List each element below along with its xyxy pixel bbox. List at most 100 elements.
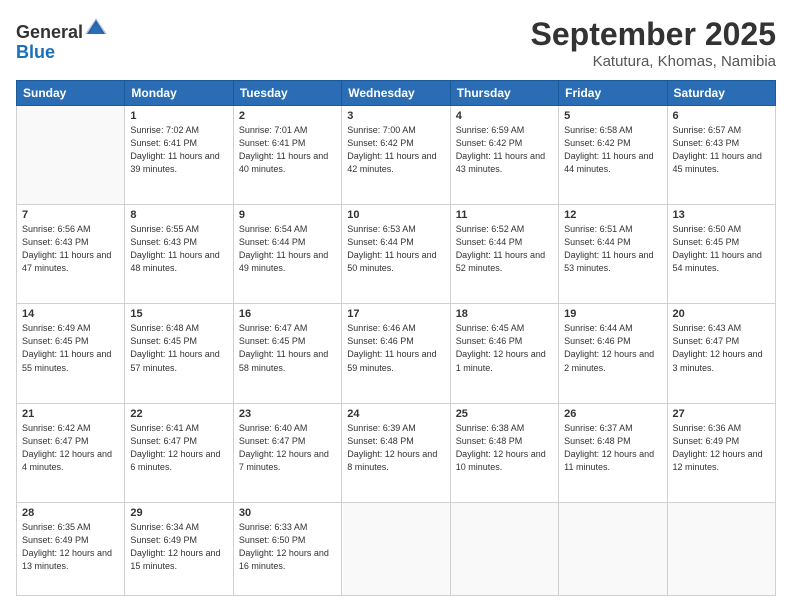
day-cell: 2 Sunrise: 7:01 AMSunset: 6:41 PMDaylight… — [233, 106, 341, 205]
weekday-header-saturday: Saturday — [667, 81, 775, 106]
day-info: Sunrise: 7:02 AMSunset: 6:41 PMDaylight:… — [130, 124, 227, 176]
day-info: Sunrise: 6:38 AMSunset: 6:48 PMDaylight:… — [456, 422, 553, 474]
day-number: 8 — [130, 209, 227, 221]
day-cell — [342, 502, 450, 595]
day-number: 14 — [22, 308, 119, 320]
day-cell: 16Sunrise: 6:47 AMSunset: 6:45 PMDayligh… — [233, 304, 341, 403]
day-info: Sunrise: 6:43 AMSunset: 6:47 PMDaylight:… — [673, 322, 770, 374]
day-cell: 14 Sunrise: 6:49 AMSunset: 6:45 PMDayligh… — [17, 304, 125, 403]
day-cell: 5 Sunrise: 6:58 AMSunset: 6:42 PMDaylight… — [559, 106, 667, 205]
day-number: 12 — [564, 209, 661, 221]
day-cell: 13 Sunrise: 6:50 AMSunset: 6:45 PMDayligh… — [667, 205, 775, 304]
day-cell: 24Sunrise: 6:39 AMSunset: 6:48 PMDayligh… — [342, 403, 450, 502]
day-info: Sunrise: 6:37 AMSunset: 6:48 PMDaylight:… — [564, 422, 661, 474]
day-number: 6 — [673, 110, 770, 122]
day-info: Sunrise: 7:01 AMSunset: 6:41 PMDaylight:… — [239, 124, 336, 176]
day-info: Sunrise: 6:54 AMSunset: 6:44 PMDaylight:… — [239, 223, 336, 275]
logo-general-text: General — [16, 22, 83, 42]
day-info: Sunrise: 6:42 AMSunset: 6:47 PMDaylight:… — [22, 422, 119, 474]
day-number: 25 — [456, 408, 553, 420]
day-info: Sunrise: 6:41 AMSunset: 6:47 PMDaylight:… — [130, 422, 227, 474]
day-number: 22 — [130, 408, 227, 420]
day-info: Sunrise: 6:44 AMSunset: 6:46 PMDaylight:… — [564, 322, 661, 374]
day-number: 27 — [673, 408, 770, 420]
day-info: Sunrise: 6:55 AMSunset: 6:43 PMDaylight:… — [130, 223, 227, 275]
day-cell: 6 Sunrise: 6:57 AMSunset: 6:43 PMDaylight… — [667, 106, 775, 205]
day-number: 26 — [564, 408, 661, 420]
day-cell: 28 Sunrise: 6:35 AMSunset: 6:49 PMDayligh… — [17, 502, 125, 595]
day-cell — [450, 502, 558, 595]
title-block: September 2025 Katutura, Khomas, Namibia — [531, 16, 776, 70]
day-info: Sunrise: 6:53 AMSunset: 6:44 PMDaylight:… — [347, 223, 444, 275]
day-info: Sunrise: 6:57 AMSunset: 6:43 PMDaylight:… — [673, 124, 770, 176]
day-cell: 20 Sunrise: 6:43 AMSunset: 6:47 PMDayligh… — [667, 304, 775, 403]
week-row-1: 1Sunrise: 7:02 AMSunset: 6:41 PMDaylight… — [17, 106, 776, 205]
weekday-header-row: SundayMondayTuesdayWednesdayThursdayFrid… — [17, 81, 776, 106]
day-cell: 18 Sunrise: 6:45 AMSunset: 6:46 PMDayligh… — [450, 304, 558, 403]
day-info: Sunrise: 6:49 AMSunset: 6:45 PMDaylight:… — [22, 322, 119, 374]
day-info: Sunrise: 7:00 AMSunset: 6:42 PMDaylight:… — [347, 124, 444, 176]
day-info: Sunrise: 6:46 AMSunset: 6:46 PMDaylight:… — [347, 322, 444, 374]
location-subtitle: Katutura, Khomas, Namibia — [531, 53, 776, 70]
day-info: Sunrise: 6:50 AMSunset: 6:45 PMDaylight:… — [673, 223, 770, 275]
day-number: 15 — [130, 308, 227, 320]
page: General Blue September 2025 Katutura, Kh… — [0, 0, 792, 612]
day-number: 29 — [130, 507, 227, 519]
day-cell: 23Sunrise: 6:40 AMSunset: 6:47 PMDayligh… — [233, 403, 341, 502]
weekday-header-tuesday: Tuesday — [233, 81, 341, 106]
day-info: Sunrise: 6:58 AMSunset: 6:42 PMDaylight:… — [564, 124, 661, 176]
day-cell: 1Sunrise: 7:02 AMSunset: 6:41 PMDaylight… — [125, 106, 233, 205]
day-number: 4 — [456, 110, 553, 122]
day-info: Sunrise: 6:35 AMSunset: 6:49 PMDaylight:… — [22, 521, 119, 573]
day-info: Sunrise: 6:40 AMSunset: 6:47 PMDaylight:… — [239, 422, 336, 474]
day-number: 9 — [239, 209, 336, 221]
day-cell: 4 Sunrise: 6:59 AMSunset: 6:42 PMDaylight… — [450, 106, 558, 205]
day-info: Sunrise: 6:33 AMSunset: 6:50 PMDaylight:… — [239, 521, 336, 573]
day-number: 24 — [347, 408, 444, 420]
day-number: 7 — [22, 209, 119, 221]
day-number: 30 — [239, 507, 336, 519]
day-cell: 22 Sunrise: 6:41 AMSunset: 6:47 PMDayligh… — [125, 403, 233, 502]
day-cell — [667, 502, 775, 595]
day-info: Sunrise: 6:34 AMSunset: 6:49 PMDaylight:… — [130, 521, 227, 573]
day-number: 19 — [564, 308, 661, 320]
weekday-header-wednesday: Wednesday — [342, 81, 450, 106]
weekday-header-friday: Friday — [559, 81, 667, 106]
week-row-5: 28 Sunrise: 6:35 AMSunset: 6:49 PMDayligh… — [17, 502, 776, 595]
day-number: 21 — [22, 408, 119, 420]
day-number: 5 — [564, 110, 661, 122]
logo: General Blue — [16, 16, 107, 63]
header: General Blue September 2025 Katutura, Kh… — [16, 16, 776, 70]
day-cell: 26 Sunrise: 6:37 AMSunset: 6:48 PMDayligh… — [559, 403, 667, 502]
day-info: Sunrise: 6:52 AMSunset: 6:44 PMDaylight:… — [456, 223, 553, 275]
day-cell — [559, 502, 667, 595]
day-number: 13 — [673, 209, 770, 221]
day-info: Sunrise: 6:45 AMSunset: 6:46 PMDaylight:… — [456, 322, 553, 374]
day-number: 18 — [456, 308, 553, 320]
day-cell: 19 Sunrise: 6:44 AMSunset: 6:46 PMDayligh… — [559, 304, 667, 403]
day-cell: 9 Sunrise: 6:54 AMSunset: 6:44 PMDaylight… — [233, 205, 341, 304]
day-cell: 7Sunrise: 6:56 AMSunset: 6:43 PMDaylight… — [17, 205, 125, 304]
day-number: 17 — [347, 308, 444, 320]
day-cell: 17 Sunrise: 6:46 AMSunset: 6:46 PMDayligh… — [342, 304, 450, 403]
calendar-table: SundayMondayTuesdayWednesdayThursdayFrid… — [16, 80, 776, 596]
logo-icon — [85, 16, 107, 38]
week-row-4: 21 Sunrise: 6:42 AMSunset: 6:47 PMDayligh… — [17, 403, 776, 502]
week-row-3: 14 Sunrise: 6:49 AMSunset: 6:45 PMDayligh… — [17, 304, 776, 403]
day-cell: 25 Sunrise: 6:38 AMSunset: 6:48 PMDayligh… — [450, 403, 558, 502]
day-cell: 12Sunrise: 6:51 AMSunset: 6:44 PMDayligh… — [559, 205, 667, 304]
day-info: Sunrise: 6:59 AMSunset: 6:42 PMDaylight:… — [456, 124, 553, 176]
day-cell: 27Sunrise: 6:36 AMSunset: 6:49 PMDayligh… — [667, 403, 775, 502]
day-number: 28 — [22, 507, 119, 519]
logo-blue-text: Blue — [16, 42, 55, 62]
week-row-2: 7Sunrise: 6:56 AMSunset: 6:43 PMDaylight… — [17, 205, 776, 304]
day-number: 16 — [239, 308, 336, 320]
month-title: September 2025 — [531, 16, 776, 53]
day-number: 11 — [456, 209, 553, 221]
day-cell: 15Sunrise: 6:48 AMSunset: 6:45 PMDayligh… — [125, 304, 233, 403]
day-number: 20 — [673, 308, 770, 320]
day-cell: 8 Sunrise: 6:55 AMSunset: 6:43 PMDaylight… — [125, 205, 233, 304]
weekday-header-monday: Monday — [125, 81, 233, 106]
day-cell: 30 Sunrise: 6:33 AMSunset: 6:50 PMDayligh… — [233, 502, 341, 595]
day-number: 2 — [239, 110, 336, 122]
